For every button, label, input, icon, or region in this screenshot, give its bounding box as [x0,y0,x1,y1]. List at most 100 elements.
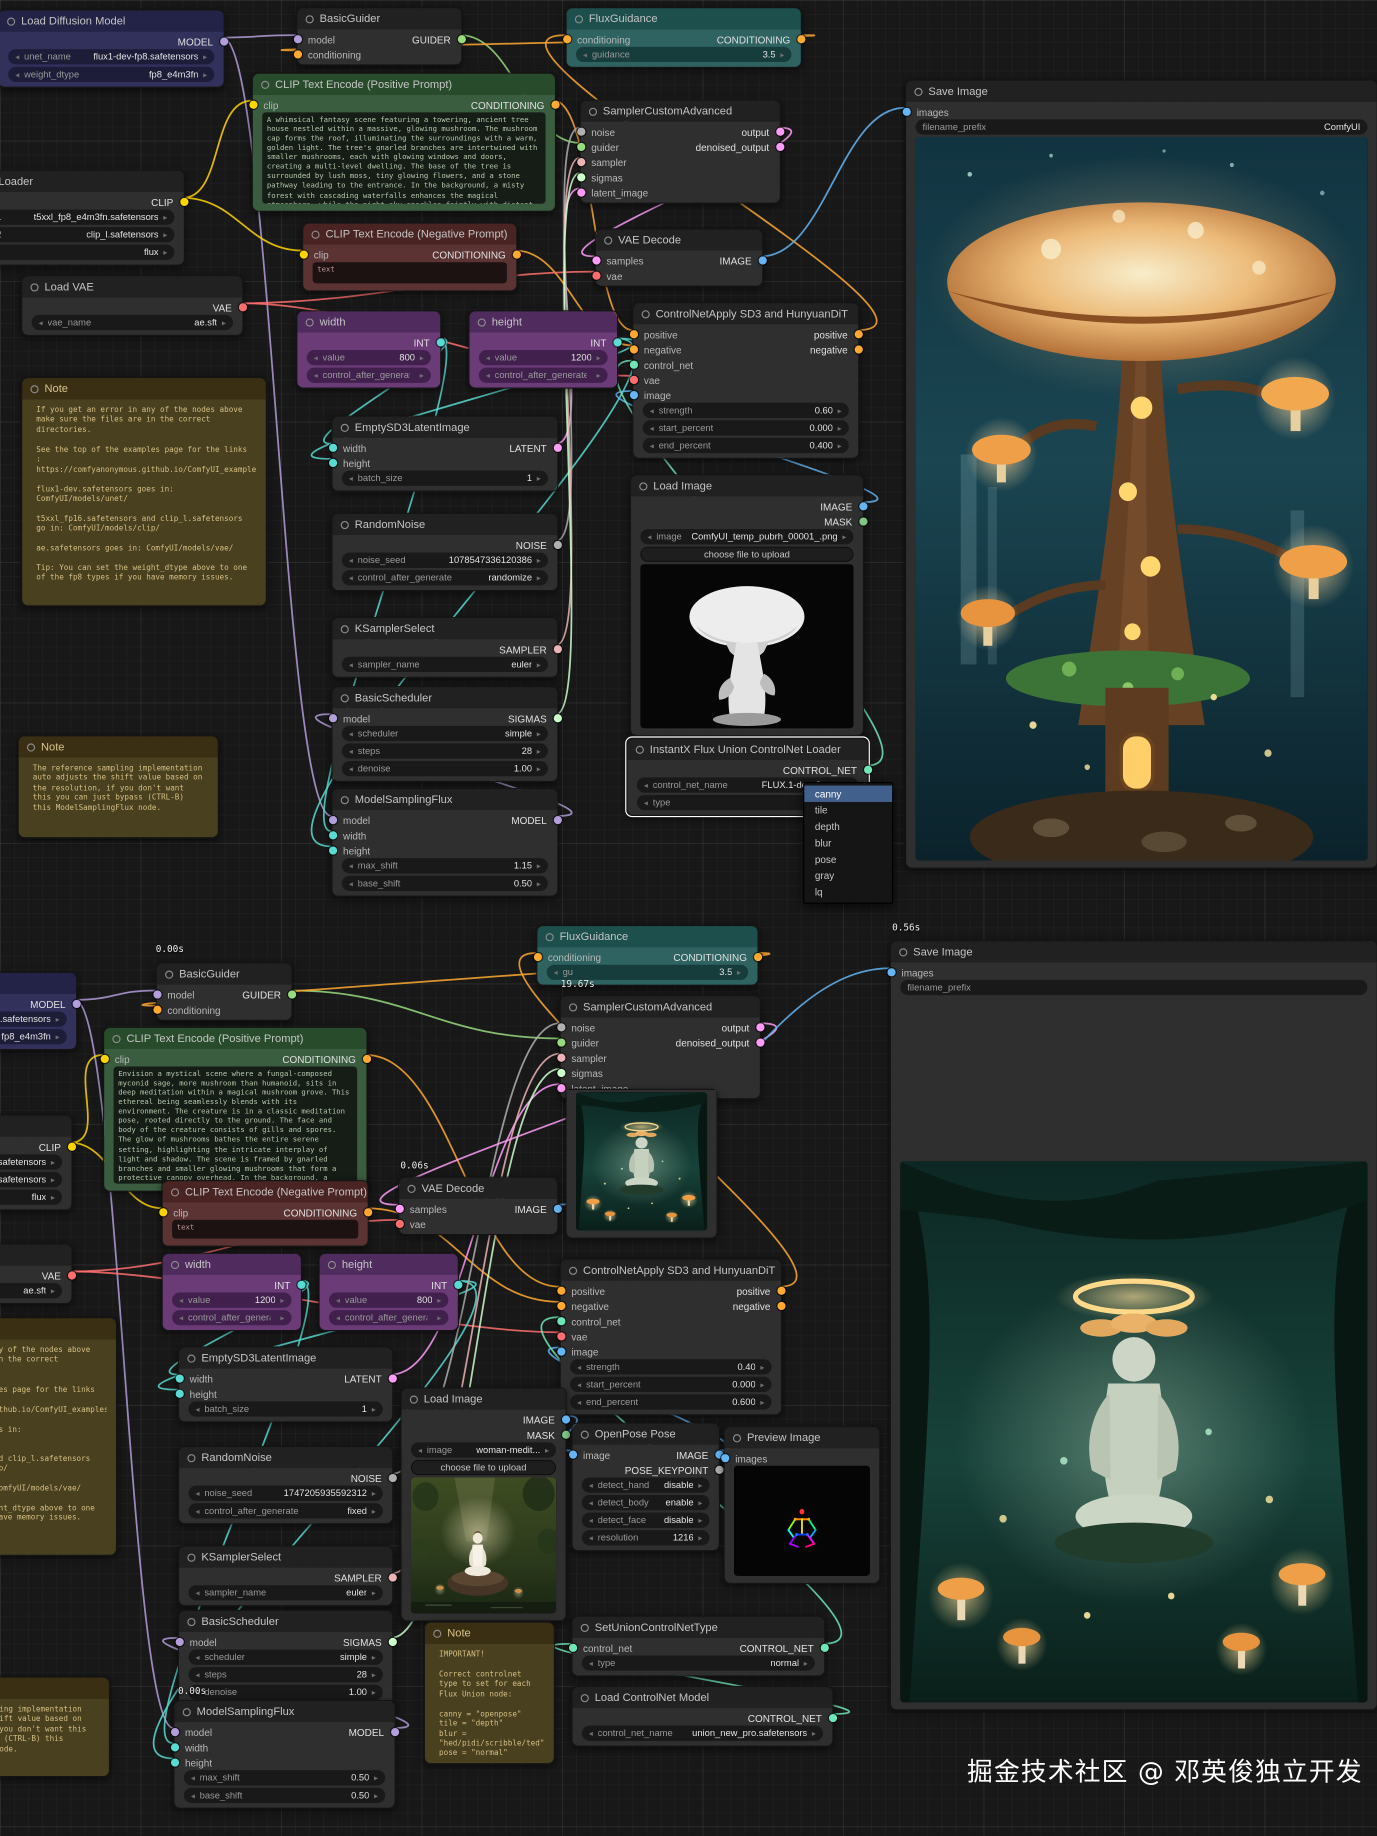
node-header[interactable]: Note [425,1623,554,1644]
increment-arrow-icon[interactable]: ▸ [372,1670,376,1679]
node-height-primitive-2[interactable]: heightINT◂value800▸◂control_after_genera… [318,1253,458,1331]
widget-value[interactable]: ◂value800▸ [329,1293,448,1308]
prompt-textarea[interactable]: A whimsical fantasy scene featuring a to… [262,112,545,203]
node-vae-decode-2[interactable]: VAE DecodesamplesIMAGEvae [398,1177,558,1236]
collapse-dot-icon[interactable] [575,15,583,23]
node-header[interactable]: FluxGuidance [567,8,801,29]
output-port-output[interactable] [776,128,784,136]
node-header[interactable]: Load VAE [22,276,242,297]
output-port-denoised-output[interactable] [756,1038,764,1046]
output-port-guider[interactable] [457,35,465,43]
increment-arrow-icon[interactable]: ▸ [372,1653,376,1662]
output-port-clip[interactable] [67,1143,75,1151]
widget-gu[interactable]: ◂gu3.5▸ [547,965,748,980]
widget-denoise[interactable]: ◂denoise1.00▸ [342,761,548,776]
node-basic-guider-2[interactable]: BasicGuidermodelGUIDERconditioning [156,962,293,1021]
collapse-dot-icon[interactable] [171,1260,179,1268]
increment-arrow-icon[interactable]: ▸ [437,1295,441,1304]
collapse-dot-icon[interactable] [261,80,269,88]
node-header[interactable]: BasicScheduler [179,1611,392,1632]
increment-arrow-icon[interactable]: ▸ [163,212,167,221]
node-vae-decode[interactable]: VAE DecodesamplesIMAGEvae [595,228,764,287]
node-header[interactable]: CLIP Text Encode (Negative Prompt) [163,1181,368,1202]
prompt-textarea[interactable]: The reference sampling implementation au… [28,760,208,830]
input-port-model[interactable] [153,990,161,998]
widget-max-shift[interactable]: ◂max_shift0.50▸ [184,1770,385,1785]
output-port-negative[interactable] [777,1302,785,1310]
collapse-dot-icon[interactable] [171,1188,179,1196]
widget-unet-name[interactable]: ◂unet_nameflux1-dev-fp8.safetensors▸ [8,49,214,64]
increment-arrow-icon[interactable]: ▸ [203,52,207,61]
node-empty-sd3-latent[interactable]: EmptySD3LatentImagewidthLATENTheight◂bat… [331,416,558,492]
input-port-sigmas[interactable] [577,173,585,181]
collapse-dot-icon[interactable] [589,107,597,115]
widget-control-after-generate[interactable]: ◂control_after_generate▸ [479,368,608,383]
input-port-latent-image[interactable] [577,188,585,196]
collapse-dot-icon[interactable] [581,1693,589,1701]
increment-arrow-icon[interactable]: ▸ [372,1489,376,1498]
input-port-negative[interactable] [557,1302,565,1310]
collapse-dot-icon[interactable] [183,1708,191,1716]
node-header[interactable]: ModelSamplingFlux [174,1701,394,1722]
increment-arrow-icon[interactable]: ▸ [56,1014,60,1023]
node-basic-scheduler[interactable]: BasicSchedulermodelSIGMAS◂schedulersimpl… [331,686,558,782]
collapse-dot-icon[interactable] [311,230,319,238]
decrement-arrow-icon[interactable]: ◂ [589,1498,593,1507]
increment-arrow-icon[interactable]: ▸ [437,1313,441,1322]
increment-arrow-icon[interactable]: ▸ [51,1157,55,1166]
input-port-conditioning[interactable] [153,1006,161,1014]
decrement-arrow-icon[interactable]: ◂ [577,1397,581,1406]
widget-filename-prefix[interactable]: filename_prefixComfyUI [916,119,1368,134]
node-header[interactable]: Note [0,1318,116,1339]
prompt-textarea[interactable]: text [313,262,507,283]
increment-arrow-icon[interactable]: ▸ [537,746,541,755]
decrement-arrow-icon[interactable]: ◂ [647,532,651,541]
node-load-controlnet-model[interactable]: Load ControlNet ModelCONTROL_NET◂control… [571,1686,833,1747]
node-header[interactable]: CLIP Text Encode (Negative Prompt) [303,224,516,245]
output-port-image[interactable] [561,1415,569,1423]
widget-batch-size[interactable]: ◂batch_size1▸ [188,1401,382,1416]
widget-steps[interactable]: ◂steps28▸ [342,743,548,758]
input-port-vae[interactable] [592,272,600,280]
collapse-dot-icon[interactable] [306,15,314,23]
node-header[interactable]: Note [0,1678,109,1699]
input-port-latent-image[interactable] [557,1084,565,1092]
dropdown-item-tile[interactable]: tile [804,802,892,818]
collapse-dot-icon[interactable] [639,482,647,490]
increment-arrow-icon[interactable]: ▸ [760,1380,764,1389]
decrement-arrow-icon[interactable]: ◂ [650,423,654,432]
decrement-arrow-icon[interactable]: ◂ [314,353,318,362]
widget-end-percent[interactable]: ◂end_percent0.400▸ [643,438,849,453]
decrement-arrow-icon[interactable]: ◂ [577,1380,581,1389]
increment-arrow-icon[interactable]: ▸ [280,1295,284,1304]
widget-base-shift[interactable]: ◂base_shift0.50▸ [342,876,548,891]
increment-arrow-icon[interactable]: ▸ [374,1791,378,1800]
decrement-arrow-icon[interactable]: ◂ [196,1506,200,1515]
output-port-sampler[interactable] [553,645,561,653]
collapse-dot-icon[interactable] [30,385,38,393]
widget-type[interactable]: ◂typenormal▸ [582,1655,815,1670]
node-load-vae[interactable]: Load VAEVAE◂vae_nameae.sft▸ [21,275,243,336]
node-load-diffusion-model-2[interactable]: Load Diffusion ModelMODEL◂unet_nameflux1… [0,972,77,1050]
output-port-model[interactable] [553,816,561,824]
node-controlnet-apply-2[interactable]: ControlNetApply SD3 and HunyuanDiTpositi… [560,1259,782,1416]
widget-strength[interactable]: ◂strength0.40▸ [570,1359,771,1374]
collapse-dot-icon[interactable] [187,1354,195,1362]
output-port-noise[interactable] [388,1474,396,1482]
node-header[interactable]: Save Image [906,81,1377,102]
widget-weight-dtype[interactable]: ◂weight_dtypefp8_e4m3fn▸ [0,1029,67,1044]
output-port-sampler[interactable] [388,1573,396,1581]
input-port-model[interactable] [175,1638,183,1646]
node-width-primitive[interactable]: widthINT◂value800▸◂control_after_generat… [296,310,441,388]
output-port-denoised-output[interactable] [776,143,784,151]
prompt-textarea[interactable]: IMPORTANT! Correct controlnet type to se… [434,1646,544,1756]
node-header[interactable]: CLIP Text Encode (Positive Prompt) [104,1028,366,1049]
input-port-sampler[interactable] [577,158,585,166]
node-save-image-2[interactable]: Save Imageimagesfilename_prefix [890,940,1377,1710]
decrement-arrow-icon[interactable]: ◂ [349,729,353,738]
node-basic-scheduler-2[interactable]: BasicSchedulermodelSIGMAS◂schedulersimpl… [178,1610,393,1706]
decrement-arrow-icon[interactable]: ◂ [486,353,490,362]
output-port-mask[interactable] [561,1431,569,1439]
collapse-dot-icon[interactable] [187,1453,195,1461]
collapse-dot-icon[interactable] [165,970,173,978]
